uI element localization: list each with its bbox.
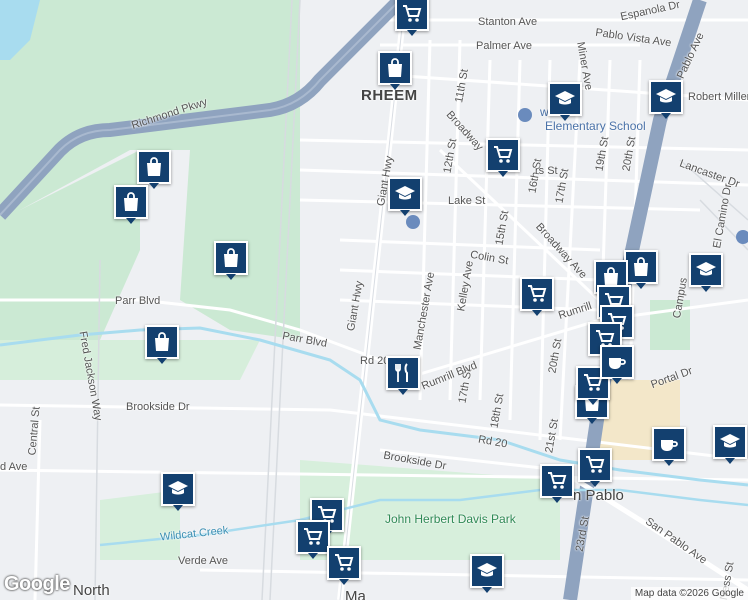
graduation-cap-icon (720, 434, 740, 448)
shopping-bag-marker[interactable] (624, 250, 658, 289)
school-marker[interactable] (689, 253, 723, 292)
shopping-bag-icon (224, 248, 238, 267)
street-label-robert-miller: Robert Miller (688, 91, 748, 103)
shopping-cart-icon (586, 456, 605, 473)
graduation-cap-icon (696, 262, 716, 276)
shopping-bag-marker[interactable] (137, 150, 171, 189)
cafe-marker[interactable] (600, 345, 634, 384)
graduation-cap-icon (168, 481, 188, 495)
graduation-cap-icon (395, 186, 415, 200)
area-label-ma: Ma (345, 588, 366, 600)
restaurant-marker[interactable] (386, 356, 420, 395)
shopping-bag-marker[interactable] (145, 325, 179, 364)
shopping-bag-icon (155, 332, 169, 351)
coffee-cup-icon (661, 440, 678, 451)
street-label-palmer: Palmer Ave (476, 40, 533, 52)
fork-knife-icon (395, 363, 408, 382)
school-marker[interactable] (470, 554, 504, 593)
shopping-cart-icon (528, 285, 547, 302)
shopping-bag-icon (124, 192, 138, 211)
school-label: Elementary School (545, 119, 646, 133)
coffee-cup-icon (609, 358, 626, 369)
shopping-bag-marker[interactable] (378, 51, 412, 90)
school-marker[interactable] (548, 82, 582, 121)
street-label-brookside-west: Brookside Dr (126, 401, 190, 413)
shopping-cart-marker[interactable] (540, 464, 574, 503)
shopping-cart-icon (548, 472, 567, 489)
school-marker[interactable] (713, 425, 747, 464)
shopping-bag-marker[interactable] (214, 241, 248, 280)
shopping-cart-icon (403, 5, 422, 22)
shopping-cart-marker[interactable] (296, 520, 330, 559)
shopping-bag-icon (147, 157, 161, 176)
cafe-marker[interactable] (652, 427, 686, 466)
park-label: John Herbert Davis Park (385, 512, 516, 526)
shopping-cart-marker[interactable] (520, 277, 554, 316)
graduation-cap-icon (555, 91, 575, 105)
shopping-cart-marker[interactable] (486, 138, 520, 177)
shopping-bag-marker[interactable] (114, 185, 148, 224)
graduation-cap-icon (477, 563, 497, 577)
city-label-san-pablo: n Pablo (573, 487, 624, 504)
school-marker[interactable] (388, 177, 422, 216)
street-label-lake: Lake St (448, 195, 486, 207)
street-label-verde: Verde Ave (178, 555, 228, 567)
street-label-d-ave: d Ave (0, 461, 28, 473)
school-marker[interactable] (161, 472, 195, 511)
street-label-rd20-a: Rd 20 (360, 355, 390, 367)
street-label-parr-blvd-west: Parr Blvd (115, 295, 161, 307)
graduation-cap-icon (656, 89, 676, 103)
shopping-cart-icon (335, 554, 354, 571)
shopping-bag-icon (634, 257, 648, 276)
street-label-stanton: Stanton Ave (478, 16, 538, 28)
school-marker[interactable] (649, 80, 683, 119)
shopping-cart-marker[interactable] (327, 546, 361, 585)
street-label-rs-st: rs St (535, 165, 558, 177)
area-label-north: North (73, 582, 110, 599)
shopping-cart-marker[interactable] (578, 448, 612, 487)
map-canvas[interactable]: Stanton Ave Palmer Ave Espanola Dr Pablo… (0, 0, 748, 600)
map-attribution[interactable]: Map data ©2026 Google (630, 587, 748, 600)
google-logo[interactable]: Google (4, 573, 70, 596)
shopping-bag-icon (388, 58, 402, 77)
shopping-cart-marker[interactable] (395, 0, 429, 36)
shopping-cart-icon (304, 528, 323, 545)
shopping-cart-icon (494, 146, 513, 163)
